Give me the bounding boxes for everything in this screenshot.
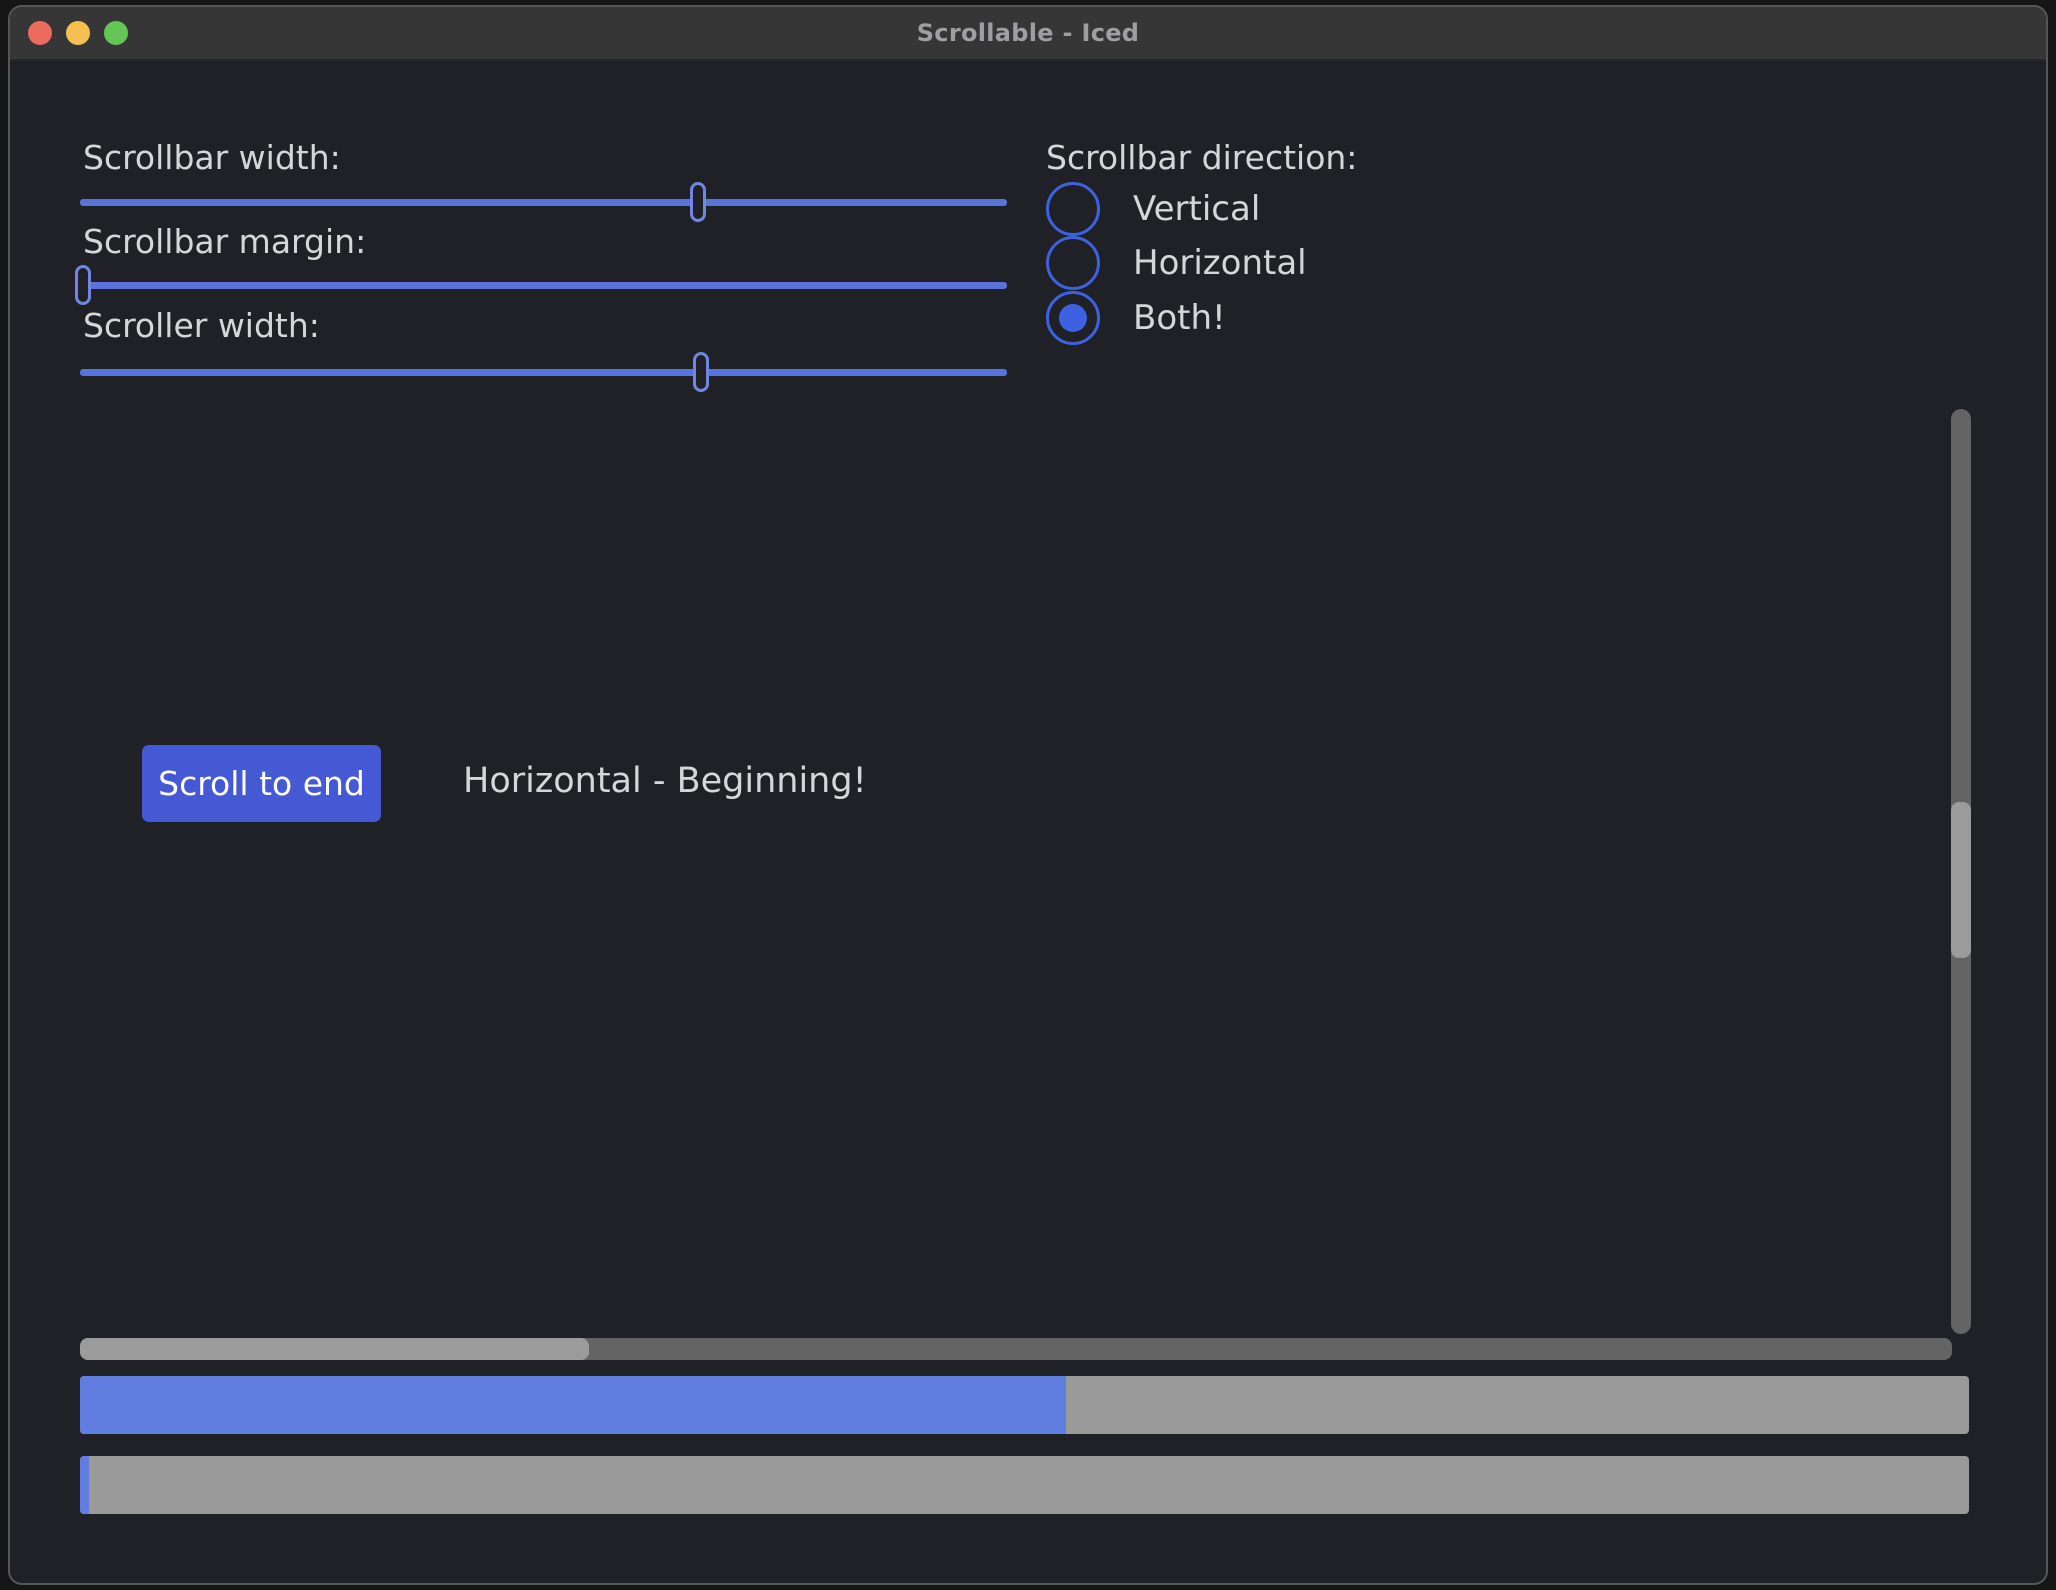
minimize-icon[interactable] — [66, 21, 90, 45]
close-icon[interactable] — [28, 21, 52, 45]
vertical-scrollbar-thumb[interactable] — [1951, 802, 1971, 957]
radio-both-label: Both! — [1133, 298, 1226, 338]
slider-handle[interactable] — [690, 182, 706, 222]
traffic-lights — [28, 7, 128, 59]
scrollbar-margin-slider[interactable] — [80, 263, 1007, 307]
radio-vertical-label: Vertical — [1133, 189, 1260, 229]
progress-fill — [80, 1456, 89, 1514]
scroll-status-text: Horizontal - Beginning! — [463, 761, 867, 801]
scroller-width-label: Scroller width: — [83, 306, 320, 345]
slider-track[interactable] — [80, 282, 1007, 289]
vertical-scrollbar[interactable] — [1951, 409, 1971, 1334]
title-bar: Scrollable - Iced — [10, 7, 2046, 61]
slider-handle[interactable] — [693, 352, 709, 392]
scrollbar-margin-label: Scrollbar margin: — [83, 222, 366, 261]
radio-both[interactable]: Both! — [1046, 291, 1226, 345]
slider-handle[interactable] — [75, 265, 91, 305]
scroll-to-end-button[interactable]: Scroll to end — [142, 745, 381, 822]
scrollbar-direction-label: Scrollbar direction: — [1046, 138, 1357, 177]
horizontal-scrollbar[interactable] — [80, 1338, 1952, 1360]
slider-track[interactable] — [80, 199, 1007, 206]
app-window: Scrollable - Iced Scrollbar width: Scrol… — [8, 5, 2048, 1585]
scroller-width-slider[interactable] — [80, 350, 1007, 394]
content-area: Scrollbar width: Scrollbar margin: Scrol… — [10, 61, 2046, 1583]
horizontal-scrollbar-thumb[interactable] — [80, 1338, 589, 1360]
screenshot-root: Scrollable - Iced Scrollbar width: Scrol… — [0, 0, 2056, 1590]
radio-button-icon[interactable] — [1046, 291, 1100, 345]
slider-track[interactable] — [80, 369, 1007, 376]
radio-button-icon[interactable] — [1046, 236, 1100, 290]
horizontal-progress-bar — [80, 1376, 1969, 1434]
window-title: Scrollable - Iced — [917, 19, 1140, 47]
radio-horizontal-label: Horizontal — [1133, 243, 1307, 283]
zoom-icon[interactable] — [104, 21, 128, 45]
radio-horizontal[interactable]: Horizontal — [1046, 236, 1307, 290]
scrollbar-width-slider[interactable] — [80, 180, 1007, 224]
scrollbar-width-label: Scrollbar width: — [83, 138, 341, 177]
radio-vertical[interactable]: Vertical — [1046, 182, 1260, 236]
radio-button-icon[interactable] — [1046, 182, 1100, 236]
vertical-progress-bar — [80, 1456, 1969, 1514]
progress-fill — [80, 1376, 1066, 1434]
